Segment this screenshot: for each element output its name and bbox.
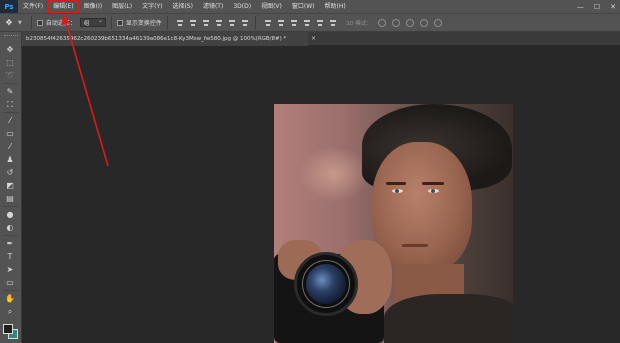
arrow-head <box>61 14 70 25</box>
annotation-arrow <box>61 14 109 167</box>
arrow-line <box>65 21 109 167</box>
foreground-color[interactable] <box>3 324 13 334</box>
